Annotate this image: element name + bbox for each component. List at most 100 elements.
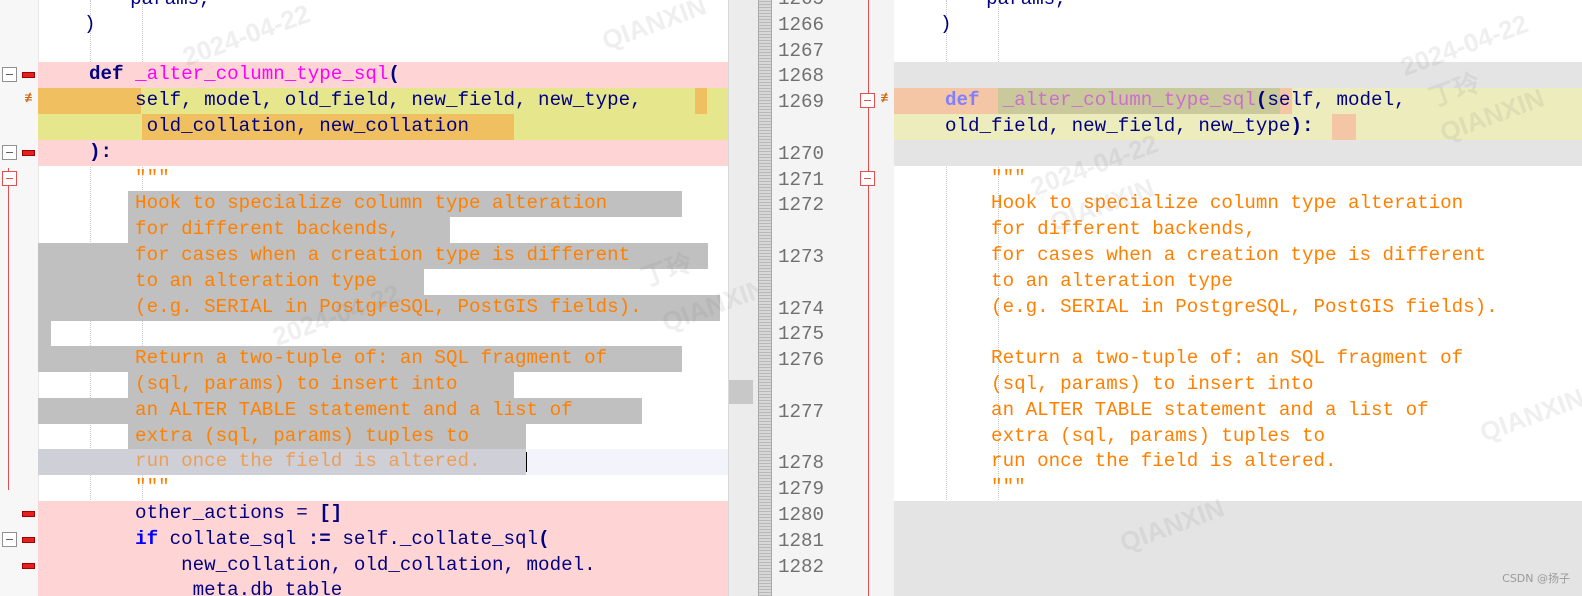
code-token: extra (sql, params) tuples to bbox=[89, 425, 469, 447]
code-token: """ bbox=[945, 167, 1026, 189]
line-number: 1271 bbox=[778, 168, 825, 191]
line-number bbox=[772, 426, 840, 452]
line-number bbox=[772, 374, 840, 400]
code-text: params, bbox=[894, 0, 1067, 13]
pane-splitter[interactable] bbox=[758, 0, 772, 596]
code-line[interactable]: for cases when a creation type is differ… bbox=[894, 243, 1582, 269]
line-number: 1268 bbox=[778, 65, 825, 88]
code-line[interactable]: (e.g. SERIAL in PostgreSQL, PostGIS fiel… bbox=[38, 295, 728, 321]
code-token: to an alteration type bbox=[89, 270, 377, 292]
code-token: extra (sql, params) tuples to bbox=[945, 425, 1325, 447]
code-line[interactable]: Return a two-tuple of: an SQL fragment o… bbox=[894, 346, 1582, 372]
code-token: for cases when a creation type is differ… bbox=[89, 244, 631, 266]
code-token: ) bbox=[38, 13, 96, 35]
left-gutter[interactable] bbox=[0, 0, 39, 596]
fold-toggle-icon[interactable] bbox=[2, 532, 17, 547]
code-line[interactable]: run once the field is altered. bbox=[38, 449, 728, 475]
code-text: (e.g. SERIAL in PostgreSQL, PostGIS fiel… bbox=[945, 295, 1498, 321]
code-token: [] bbox=[319, 502, 343, 524]
line-number: 1265 bbox=[772, 0, 840, 13]
code-line[interactable]: (e.g. SERIAL in PostgreSQL, PostGIS fiel… bbox=[894, 295, 1582, 321]
fold-toggle-icon[interactable] bbox=[2, 67, 17, 82]
code-text: """ bbox=[89, 475, 170, 501]
code-text: other_actions = [] bbox=[89, 501, 342, 527]
code-token: self, model, old_field, new_field, new_t… bbox=[89, 89, 642, 111]
code-text: new_collation, old_collation, model. bbox=[89, 553, 596, 579]
code-line[interactable]: """ bbox=[38, 166, 728, 192]
right-code-editor[interactable]: params, ) def _alter_column_type_sql(sel… bbox=[894, 0, 1582, 596]
code-line[interactable]: self, model, old_field, new_field, new_t… bbox=[38, 88, 728, 114]
left-diff-pane[interactable]: ≢ params, ) def _alter_column_type_sql( … bbox=[0, 0, 758, 596]
code-line[interactable]: extra (sql, params) tuples to bbox=[38, 424, 728, 450]
code-token: ): bbox=[1290, 115, 1314, 137]
code-token: ( bbox=[538, 528, 550, 550]
code-line[interactable]: """ bbox=[894, 475, 1582, 501]
code-token: for different backends, bbox=[89, 218, 400, 240]
code-token: if bbox=[135, 528, 159, 550]
code-line[interactable] bbox=[894, 37, 1582, 63]
code-token: """ bbox=[89, 476, 170, 498]
code-line[interactable]: (sql, params) to insert into bbox=[38, 372, 728, 398]
line-number bbox=[772, 219, 840, 245]
code-line[interactable]: for different backends, bbox=[894, 217, 1582, 243]
fold-toggle-icon[interactable] bbox=[2, 145, 17, 160]
code-line[interactable]: params, bbox=[38, 0, 728, 13]
code-line[interactable]: to an alteration type bbox=[894, 269, 1582, 295]
code-line[interactable] bbox=[894, 62, 1582, 88]
line-number: 1266 bbox=[778, 13, 825, 36]
right-diff-pane[interactable]: ≢ params, ) def _alter_column_type_sql(s… bbox=[838, 0, 1582, 596]
code-line[interactable]: """ bbox=[894, 166, 1582, 192]
left-vertical-scrollbar[interactable] bbox=[728, 0, 758, 596]
code-line[interactable]: run once the field is altered. bbox=[894, 449, 1582, 475]
code-text: extra (sql, params) tuples to bbox=[89, 424, 469, 450]
code-token: def bbox=[945, 89, 992, 111]
code-text: params, bbox=[38, 0, 211, 13]
code-line[interactable]: (sql, params) to insert into bbox=[894, 372, 1582, 398]
code-line[interactable]: params, bbox=[894, 0, 1582, 13]
code-line[interactable]: to an alteration type bbox=[38, 269, 728, 295]
code-line[interactable] bbox=[38, 37, 728, 63]
code-line[interactable]: ): bbox=[38, 140, 728, 166]
code-text: self, model, old_field, new_field, new_t… bbox=[89, 88, 642, 114]
code-line[interactable]: def _alter_column_type_sql(self, model, bbox=[894, 88, 1582, 114]
code-line[interactable]: Return a two-tuple of: an SQL fragment o… bbox=[38, 346, 728, 372]
deleted-line-marker-icon bbox=[22, 150, 35, 156]
code-line[interactable]: an ALTER TABLE statement and a list of bbox=[38, 398, 728, 424]
line-number: 1276 bbox=[778, 349, 825, 372]
code-line[interactable]: old_field, new_field, new_type): bbox=[894, 114, 1582, 140]
code-line[interactable] bbox=[894, 320, 1582, 346]
right-gutter[interactable] bbox=[838, 0, 894, 596]
fold-toggle-icon[interactable] bbox=[2, 171, 17, 186]
code-line[interactable]: Hook to specialize column type alteratio… bbox=[894, 191, 1582, 217]
code-line[interactable]: def _alter_column_type_sql( bbox=[38, 62, 728, 88]
left-code-editor[interactable]: params, ) def _alter_column_type_sql( se… bbox=[38, 0, 728, 596]
fold-toggle-icon[interactable] bbox=[860, 93, 875, 108]
code-line[interactable] bbox=[894, 140, 1582, 166]
code-line[interactable]: """ bbox=[38, 475, 728, 501]
line-number: 1277 bbox=[778, 400, 825, 423]
code-token: """ bbox=[945, 476, 1026, 498]
empty-diff-region bbox=[894, 501, 1582, 596]
line-number: 1274 bbox=[778, 297, 825, 320]
line-number: 1267 bbox=[778, 39, 825, 62]
code-line[interactable]: if collate_sql := self._collate_sql( bbox=[38, 527, 728, 553]
code-line[interactable]: for cases when a creation type is differ… bbox=[38, 243, 728, 269]
code-token: self._collate_sql bbox=[330, 528, 539, 550]
code-token: _alter_column_type_sql bbox=[135, 63, 389, 85]
code-line[interactable]: Hook to specialize column type alteratio… bbox=[38, 191, 728, 217]
code-text: (e.g. SERIAL in PostgreSQL, PostGIS fiel… bbox=[89, 295, 642, 321]
code-line[interactable]: an ALTER TABLE statement and a list of bbox=[894, 398, 1582, 424]
left-scrollbar-thumb[interactable] bbox=[729, 380, 753, 404]
code-line[interactable]: for different backends, bbox=[38, 217, 728, 243]
code-line[interactable]: new_collation, old_collation, model. bbox=[38, 553, 728, 579]
code-line[interactable]: other_actions = [] bbox=[38, 501, 728, 527]
code-line[interactable] bbox=[38, 320, 728, 346]
code-line[interactable]: ) bbox=[894, 12, 1582, 38]
code-line[interactable]: extra (sql, params) tuples to bbox=[894, 424, 1582, 450]
fold-toggle-icon[interactable] bbox=[860, 171, 875, 186]
code-line[interactable]: old_collation, new_collation bbox=[38, 114, 728, 140]
code-text: for different backends, bbox=[89, 217, 400, 243]
code-text: for cases when a creation type is differ… bbox=[89, 243, 630, 269]
code-line[interactable]: ) bbox=[38, 12, 728, 38]
code-line[interactable]: _meta.db_table bbox=[38, 578, 728, 596]
